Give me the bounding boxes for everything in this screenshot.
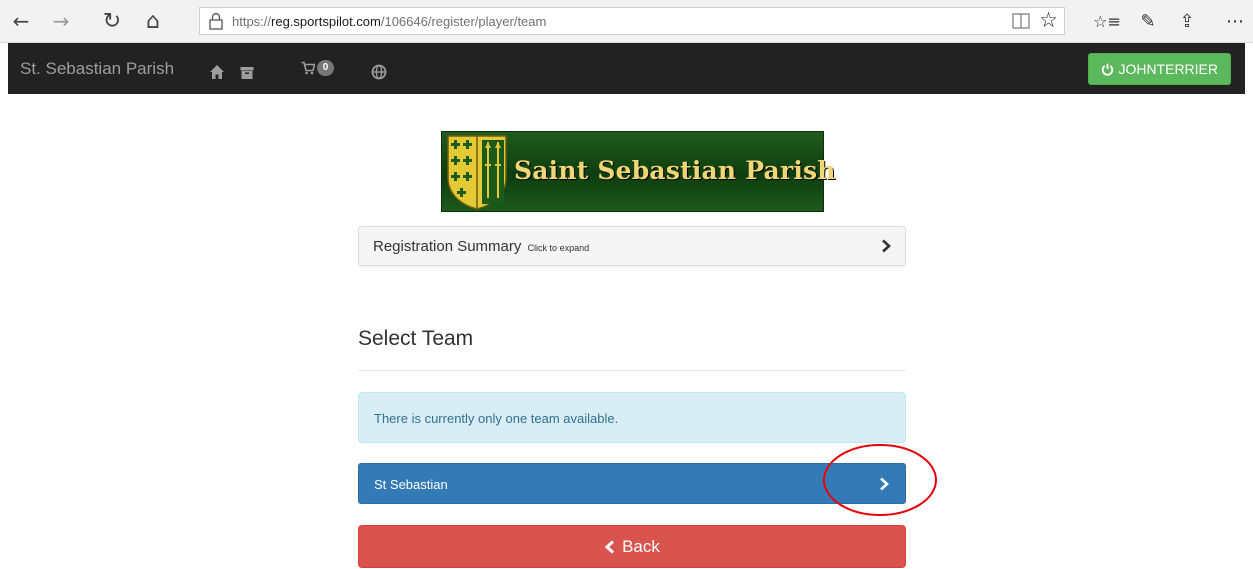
home-icon[interactable]: ⌂ bbox=[138, 6, 168, 36]
cart-icon bbox=[301, 61, 315, 75]
cart-link[interactable]: 0 bbox=[301, 56, 334, 80]
parish-crest-icon bbox=[447, 135, 507, 210]
share-icon[interactable]: ⇪ bbox=[1172, 6, 1202, 36]
user-logout-button[interactable]: JOHNTERRIER bbox=[1088, 53, 1231, 85]
team-name: St Sebastian bbox=[374, 477, 448, 492]
registration-summary-panel[interactable]: Registration Summary Click to expand bbox=[358, 226, 906, 266]
user-button-label: JOHNTERRIER bbox=[1118, 61, 1218, 77]
parish-logo: Saint Sebastian Parish bbox=[441, 131, 835, 212]
summary-title: Registration Summary Click to expand bbox=[373, 238, 590, 255]
back-button[interactable]: Back bbox=[358, 525, 906, 568]
more-icon[interactable]: ⋯ bbox=[1220, 6, 1250, 36]
favorite-star-icon[interactable]: ☆ bbox=[1039, 8, 1058, 32]
pen-icon[interactable]: ✎ bbox=[1133, 6, 1163, 36]
refresh-icon[interactable]: ↻ bbox=[97, 6, 127, 36]
page-title: Select Team bbox=[358, 327, 474, 350]
logo-text: Saint Sebastian Parish bbox=[514, 156, 836, 185]
divider bbox=[358, 370, 906, 371]
archive-icon[interactable] bbox=[240, 61, 254, 85]
summary-hint: Click to expand bbox=[527, 243, 590, 253]
reading-view-icon[interactable] bbox=[1012, 12, 1030, 30]
chevron-left-icon bbox=[604, 539, 615, 554]
power-icon bbox=[1102, 63, 1114, 76]
team-select-button[interactable]: St Sebastian bbox=[358, 463, 906, 504]
chevron-right-icon bbox=[880, 477, 889, 491]
info-alert-text: There is currently only one team availab… bbox=[374, 411, 619, 426]
url-text: https://reg.sportspilot.com/106646/regis… bbox=[232, 14, 547, 29]
lock-icon bbox=[209, 12, 223, 30]
back-button-label: Back bbox=[622, 536, 660, 556]
back-arrow-icon[interactable]: ← bbox=[6, 6, 36, 36]
favorites-list-icon[interactable]: ☆≡ bbox=[1092, 6, 1122, 36]
site-navbar: St. Sebastian Parish 0 JOHNTERRIER bbox=[8, 43, 1245, 94]
home-icon[interactable] bbox=[209, 60, 225, 84]
forward-arrow-icon[interactable]: → bbox=[46, 6, 76, 36]
chevron-right-icon bbox=[882, 239, 891, 253]
navbar-brand[interactable]: St. Sebastian Parish bbox=[20, 59, 174, 79]
address-bar[interactable]: https://reg.sportspilot.com/106646/regis… bbox=[199, 7, 1065, 35]
cart-count-badge: 0 bbox=[317, 60, 334, 76]
browser-toolbar: ← → ↻ ⌂ https://reg.sportspilot.com/1066… bbox=[0, 0, 1253, 43]
info-alert: There is currently only one team availab… bbox=[358, 392, 906, 443]
globe-icon[interactable] bbox=[371, 60, 387, 84]
